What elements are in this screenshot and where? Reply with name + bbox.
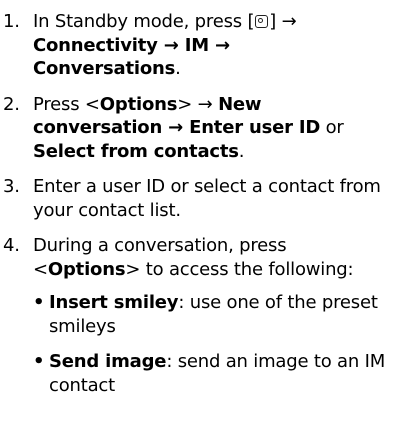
menu-path-end: Conversations (33, 58, 176, 79)
step-2: 2. Press <Options> → New conversation → … (3, 93, 400, 164)
instruction-document: 1. In Standby mode, press [ ] → Connectiv… (0, 0, 410, 438)
step-text: In Standby mode, press [ ] → Connectivity… (33, 11, 297, 79)
list-item: • Send image: send an image to an IM con… (33, 350, 400, 397)
step-text: During a conversation, press <Options> t… (33, 234, 400, 409)
menu-select-contacts: Select from contacts (33, 140, 239, 162)
step-4: 4. During a conversation, press <Options… (3, 234, 400, 409)
bullet-icon: • (33, 351, 45, 372)
step-number: 4. (3, 235, 20, 256)
step-number: 2. (3, 93, 20, 115)
step-3: 3. Enter a user ID or select a contact f… (3, 175, 400, 222)
menu-conversation-path: conversation → Enter user ID (33, 117, 321, 138)
step-text: Enter a user ID or select a contact from… (33, 176, 381, 221)
step-1-text-b: ] → (269, 11, 297, 32)
options-list: • Insert smiley: use one of the preset s… (33, 291, 400, 397)
bullet-icon: • (33, 292, 45, 313)
menu-path: Connectivity → IM → (33, 34, 230, 56)
step-number: 1. (3, 11, 20, 32)
list-item: • Insert smiley: use one of the preset s… (33, 291, 400, 338)
menu-new: New (218, 93, 262, 115)
step-1: 1. In Standby mode, press [ ] → Connectiv… (3, 10, 400, 81)
step-number: 3. (3, 176, 20, 197)
options-key: Options (47, 258, 126, 280)
menu-key-icon (255, 15, 269, 28)
option-term: Send image (49, 351, 167, 372)
step-text: Press <Options> → New conversation → Ent… (33, 93, 344, 162)
option-term: Insert smiley (49, 292, 179, 313)
options-key: Options (99, 93, 178, 115)
step-1-text-a: In Standby mode, press [ (33, 11, 255, 32)
